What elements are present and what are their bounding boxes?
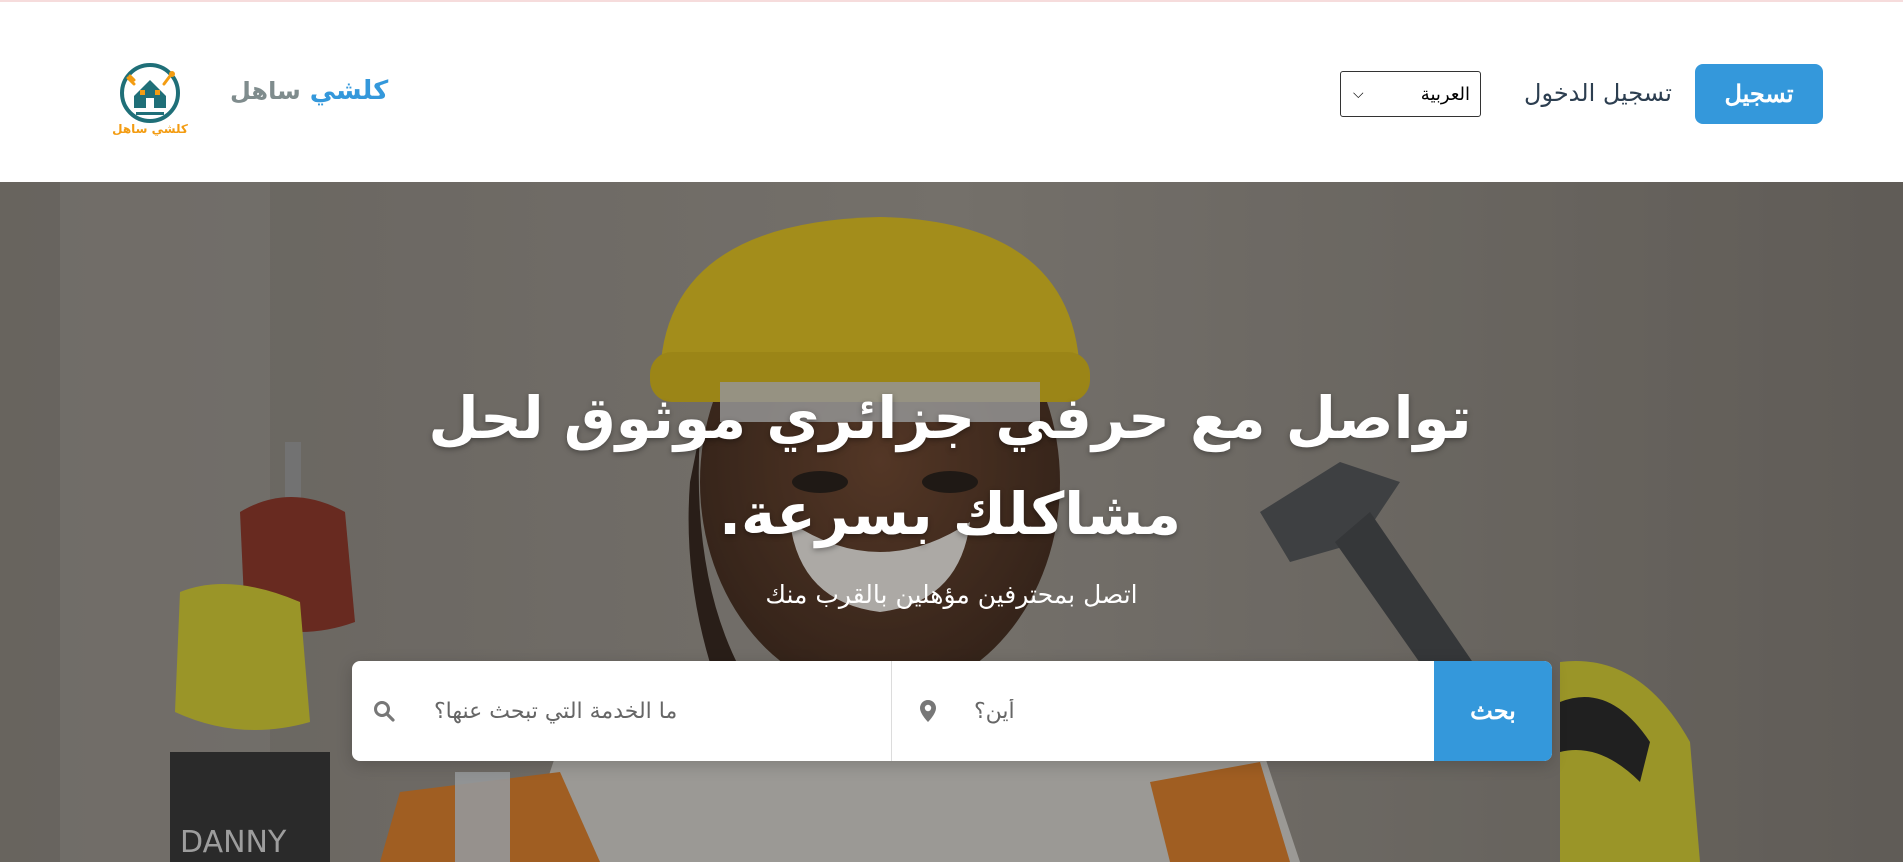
map-pin-icon <box>920 700 936 722</box>
search-submit-button[interactable]: بحث <box>1434 661 1552 761</box>
brand-part-2: ساهل <box>230 77 301 105</box>
logo-caption: كلشي ساهل <box>112 122 188 136</box>
site-logo[interactable]: كلشي ساهل <box>112 60 188 140</box>
brand-name[interactable]: كلشي ساهل <box>230 76 388 106</box>
hero-section: DANNY تواصل مع حرفي جزائري موثوق لحل مشا… <box>0 182 1903 862</box>
service-input[interactable] <box>432 661 872 761</box>
site-header: كلشي ساهل كلشي ساهل ⌵ العربية تسجيل الدخ… <box>0 2 1903 182</box>
hero-subtitle: اتصل بمحترفين مؤهلين بالقرب منك <box>765 580 1138 609</box>
language-selected-value: العربية <box>1420 83 1470 105</box>
register-button[interactable]: تسجيل <box>1695 64 1823 124</box>
login-link[interactable]: تسجيل الدخول <box>1524 79 1672 107</box>
location-search-field[interactable] <box>892 661 1434 761</box>
hero-title: تواصل مع حرفي جزائري موثوق لحل مشاكلك بس… <box>428 384 1472 548</box>
service-search-field[interactable] <box>352 661 891 761</box>
search-bar: بحث <box>352 661 1552 761</box>
language-select[interactable]: ⌵ العربية <box>1340 71 1481 117</box>
search-icon <box>374 701 395 722</box>
chevron-down-icon: ⌵ <box>1353 86 1364 102</box>
brand-part-1: كلشي <box>309 76 389 106</box>
location-input[interactable] <box>972 661 1412 761</box>
